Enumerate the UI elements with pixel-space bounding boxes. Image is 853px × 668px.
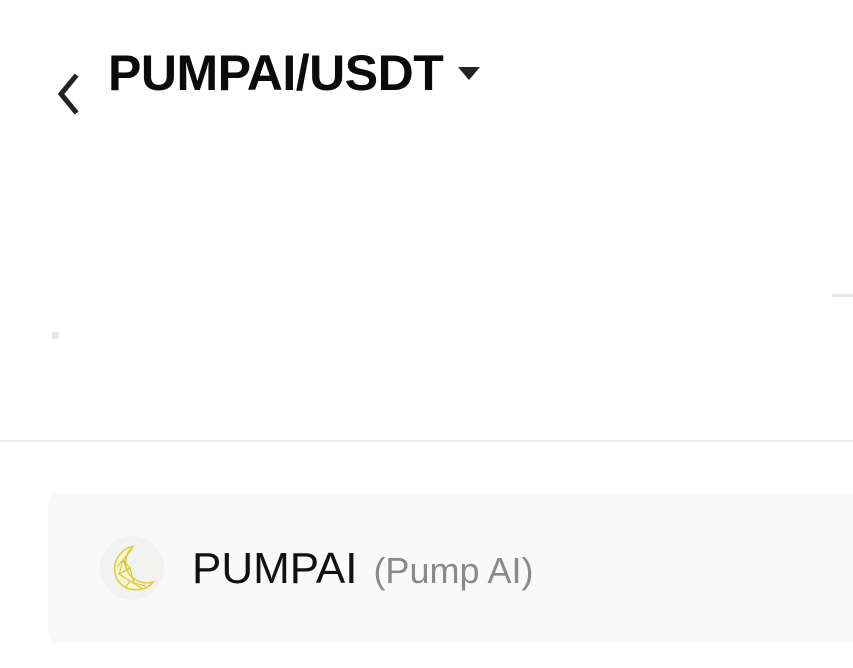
pair-title: PUMPAI/USDT [108,45,444,101]
decorative-dot [52,332,59,339]
header: PUMPAI/USDT [0,0,853,160]
token-symbol: PUMPAI [192,544,358,593]
pair-selector[interactable]: PUMPAI/USDT [108,40,481,106]
crescent-moon-logo-icon [113,545,155,591]
token-logo [100,536,164,600]
back-button[interactable] [44,66,92,122]
caret-down-icon [458,67,481,80]
token-full-name: (Pump AI) [373,550,534,591]
decorative-dash [832,294,853,297]
token-title: PUMPAI (Pump AI) [192,541,534,597]
page: PUMPAI/USDT PUMPAI (Pump AI) [0,0,853,668]
token-info-card[interactable]: PUMPAI (Pump AI) [48,493,853,643]
divider [0,440,853,442]
chevron-left-icon [57,73,79,115]
